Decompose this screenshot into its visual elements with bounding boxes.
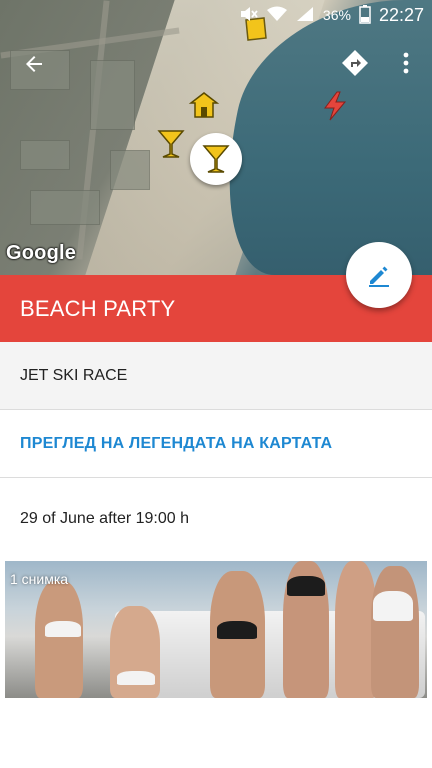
google-logo: Google bbox=[6, 242, 77, 264]
place-date-text: 29 of June after 19:00 h bbox=[20, 510, 190, 527]
map-building bbox=[30, 190, 100, 225]
edit-fab-button[interactable] bbox=[346, 242, 412, 308]
place-subtitle-row: JET SKI RACE bbox=[0, 342, 432, 410]
map-building bbox=[90, 60, 135, 130]
map-view[interactable]: Google bbox=[0, 0, 432, 275]
photo-person-top bbox=[373, 591, 413, 621]
clock: 22:27 bbox=[378, 4, 424, 25]
photo-person-top bbox=[45, 621, 81, 637]
signal-icon bbox=[295, 5, 315, 26]
directions-button[interactable] bbox=[340, 48, 370, 78]
photo-person-top bbox=[117, 671, 155, 685]
map-marker-lightning[interactable] bbox=[320, 90, 350, 127]
place-photo[interactable] bbox=[5, 561, 427, 698]
pencil-icon bbox=[369, 266, 389, 287]
photo-person bbox=[371, 566, 419, 698]
directions-icon bbox=[342, 50, 368, 76]
map-legend-link-row[interactable]: ПРЕГЛЕД НА ЛЕГЕНДАТА НА КАРТАТА bbox=[0, 410, 432, 478]
back-button[interactable] bbox=[18, 48, 50, 80]
place-title: BEACH PARTY bbox=[20, 295, 176, 321]
map-building bbox=[110, 150, 150, 190]
battery-icon bbox=[359, 4, 371, 27]
photo-person bbox=[35, 581, 83, 698]
map-marker-selected-drink[interactable] bbox=[190, 133, 242, 185]
arrow-back-icon bbox=[26, 56, 42, 72]
place-description-row: 29 of June after 19:00 h bbox=[0, 478, 432, 560]
mute-icon bbox=[239, 5, 259, 26]
place-subtitle: JET SKI RACE bbox=[20, 366, 128, 384]
map-legend-link[interactable]: ПРЕГЛЕД НА ЛЕГЕНДАТА НА КАРТАТА bbox=[20, 435, 332, 453]
map-building bbox=[20, 140, 70, 170]
status-bar: 36% 22:27 bbox=[0, 0, 432, 30]
wifi-icon bbox=[266, 6, 287, 25]
more-options-button[interactable] bbox=[396, 48, 416, 78]
photo-person-top bbox=[287, 576, 325, 596]
photo-person-top bbox=[217, 621, 257, 639]
photo-count-label: 1 снимка bbox=[10, 571, 69, 587]
more-vert-icon bbox=[403, 52, 409, 74]
battery-percent: 36% bbox=[322, 7, 351, 23]
screen: Google 36% 22:27 BEACH PARTY JET SKI RAC… bbox=[0, 0, 432, 768]
map-marker-drink[interactable] bbox=[156, 128, 186, 165]
map-marker-home[interactable] bbox=[188, 90, 220, 125]
